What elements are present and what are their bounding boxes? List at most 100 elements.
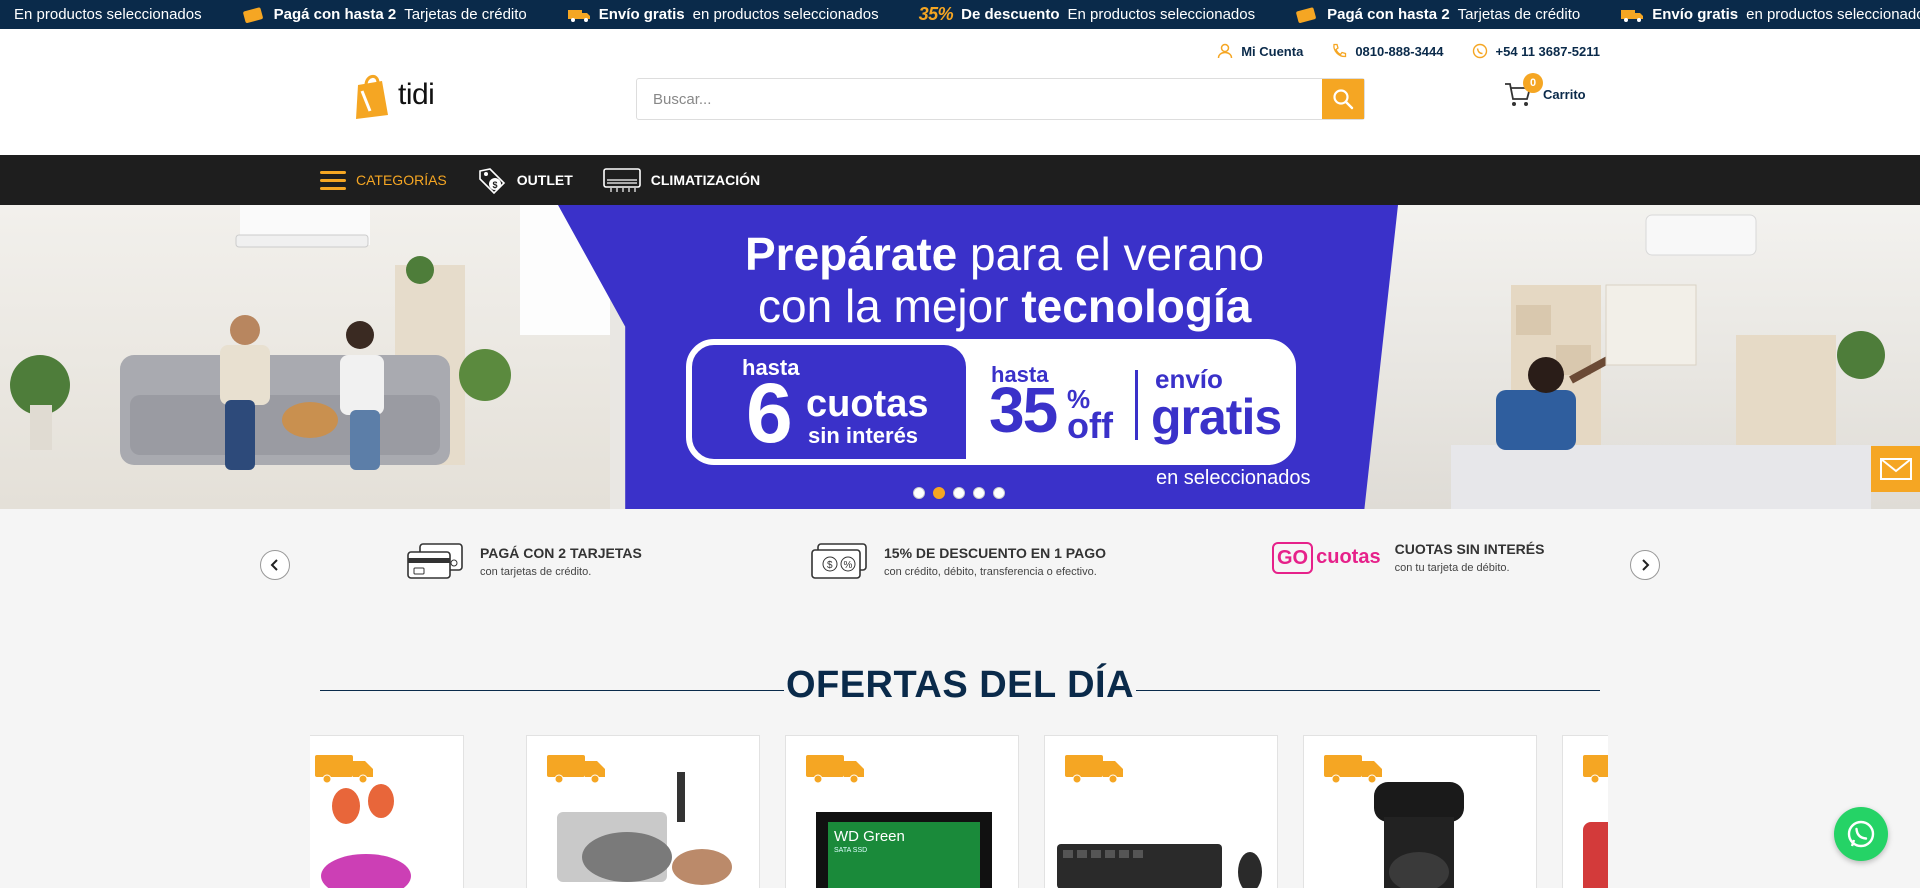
discount-number: 35 (989, 374, 1058, 446)
categories-label: CATEGORÍAS (356, 172, 447, 188)
hero-offer-box: hasta 6 cuotas sin interés hasta 35 % of… (686, 339, 1296, 465)
ticker-item: Envío gratis en productos seleccionados (567, 6, 879, 23)
cart-count-badge: 0 (1523, 73, 1543, 93)
phone-label: 0810-888-3444 (1355, 43, 1444, 59)
discount-35-icon: 35% (918, 4, 954, 24)
categories-menu-button[interactable]: CATEGORÍAS (320, 169, 447, 191)
ssd-sublabel: SATA SSD (834, 847, 868, 854)
benefits-next-button[interactable] (1630, 550, 1660, 580)
hero-photo-man (1356, 205, 1920, 509)
phone-link[interactable]: 0810-888-3444 (1331, 43, 1444, 59)
card-icon (1296, 7, 1316, 23)
credit-cards-icon (407, 543, 463, 579)
hero-seleccionados: en seleccionados (1156, 467, 1311, 489)
nav-climatizacion[interactable]: CLIMATIZACIÓN (602, 167, 761, 193)
search-icon (1333, 89, 1354, 110)
whatsapp-chat-button[interactable] (1834, 807, 1888, 861)
cookware-set-image (557, 772, 732, 885)
carousel-dot-3[interactable] (953, 487, 965, 499)
off-label: off (1067, 405, 1113, 446)
outlet-label: OUTLET (516, 172, 573, 188)
nav-items: CATEGORÍAS $ OUTLET CLIMATIZACIÓN (320, 155, 760, 205)
benefit-subtitle: con tu tarjeta de débito. (1394, 562, 1510, 574)
benefit-title: 15% DE DESCUENTO EN 1 PAGO (884, 544, 1106, 561)
logo-text: tidi (398, 78, 435, 111)
search-bar (636, 78, 1365, 120)
benefit-title: CUOTAS SIN INTERÉS (1394, 541, 1545, 557)
header-topbar: Mi Cuenta 0810-888-3444 +54 11 3687-5211 (1217, 43, 1600, 59)
site-logo[interactable]: tidi (352, 71, 435, 119)
benefits-strip: PAGÁ CON 2 TARJETAS con tarjetas de créd… (0, 509, 1920, 619)
bedroom-illustration (1451, 214, 1885, 509)
gocuotas-logo-go: GO (1272, 541, 1314, 574)
title-rule-right (1136, 690, 1600, 691)
earbuds-image (321, 784, 411, 888)
chevron-left-icon (270, 559, 278, 571)
ticker-item: En productos seleccionados (14, 6, 202, 23)
ticker-text: en productos seleccionados (1746, 6, 1920, 23)
my-account-link[interactable]: Mi Cuenta (1217, 43, 1303, 59)
cash-discount-icon: $% (811, 543, 867, 579)
benefit-subtitle: con crédito, débito, transferencia o efe… (884, 565, 1097, 578)
ticker-text: en productos seleccionados (692, 6, 879, 23)
cart-button[interactable]: 0 Carrito (1503, 73, 1586, 109)
cart-icon-wrap: 0 (1503, 73, 1543, 109)
hero-photo-couple (0, 205, 610, 509)
carousel-dot-4[interactable] (973, 487, 985, 499)
promo-ticker: En productos seleccionados Pagá con hast… (0, 0, 1920, 29)
benefit-text: PAGÁ CON 2 TARJETAS con tarjetas de créd… (480, 545, 642, 578)
benefit-title: PAGÁ CON 2 TARJETAS (480, 544, 642, 561)
whatsapp-link[interactable]: +54 11 3687-5211 (1472, 43, 1600, 59)
ticker-item: Envío gratis en productos seleccionados (1620, 6, 1920, 23)
site-header: tidi Mi Cuenta 0810-888-3444 +54 11 3687… (0, 29, 1920, 155)
product-card[interactable]: WD Green SATA SSD (785, 735, 1019, 888)
gratis-label: gratis (1151, 389, 1282, 445)
product-card[interactable] (1303, 735, 1537, 888)
product-card[interactable] (1562, 735, 1608, 888)
benefit-subtitle: con tarjetas de crédito. (480, 565, 592, 578)
cuotas-label: cuotas (806, 383, 929, 425)
gocuotas-logo: GO cuotas (1272, 541, 1381, 574)
ticker-text: Tarjetas de crédito (1457, 6, 1581, 23)
six-number: 6 (746, 366, 793, 460)
my-account-label: Mi Cuenta (1241, 43, 1304, 59)
nav-outlet[interactable]: $ OUTLET (477, 165, 573, 195)
coffee-maker-image (1374, 782, 1464, 888)
newsletter-tab[interactable] (1871, 446, 1920, 492)
product-card[interactable] (526, 735, 760, 888)
hero-carousel[interactable]: Prepárate para el verano con la mejor te… (0, 205, 1920, 509)
ssd-label: WD Green (834, 828, 905, 845)
benefits-prev-button[interactable] (260, 550, 290, 580)
envelope-icon (1879, 458, 1912, 480)
climatizacion-label: CLIMATIZACIÓN (650, 172, 761, 188)
benefit-two-cards: PAGÁ CON 2 TARJETAS con tarjetas de créd… (406, 541, 642, 581)
user-icon (1217, 43, 1233, 59)
hero-title-line1: Prepárate para el verano (745, 228, 1265, 280)
truck-icon (567, 9, 590, 22)
product-carousel: WD Green SATA SSD (310, 735, 1608, 888)
whatsapp-label: +54 11 3687-5211 (1495, 43, 1600, 59)
main-nav: CATEGORÍAS $ OUTLET CLIMATIZACIÓN (0, 155, 1920, 205)
carousel-dots (913, 487, 1005, 499)
carousel-dot-2[interactable] (933, 487, 945, 499)
product-card[interactable] (310, 735, 464, 888)
hero-title-line2: con la mejor tecnología (758, 280, 1252, 332)
whatsapp-icon (1472, 43, 1487, 59)
benefit-text: CUOTAS SIN INTERÉS con tu tarjeta de déb… (1395, 541, 1545, 574)
svg-text:%: % (844, 560, 853, 571)
cart-label: Carrito (1543, 86, 1586, 102)
living-room-illustration (10, 205, 610, 470)
search-button[interactable] (1322, 79, 1364, 119)
sin-interes-label: sin interés (808, 423, 919, 448)
air-conditioner-icon (602, 168, 641, 192)
product-card[interactable] (1044, 735, 1278, 888)
ticker-text: En productos seleccionados (1067, 6, 1256, 23)
carousel-dot-1[interactable] (913, 487, 925, 499)
search-input[interactable] (637, 79, 1322, 119)
price-tag-icon: $ (478, 168, 505, 195)
carousel-dot-5[interactable] (993, 487, 1005, 499)
offer-divider (1135, 370, 1138, 440)
ticker-text: En productos seleccionados (14, 6, 202, 23)
ticker-bold: Pagá con hasta 2 (273, 6, 397, 23)
gocuotas-logo-text: cuotas (1316, 546, 1381, 568)
